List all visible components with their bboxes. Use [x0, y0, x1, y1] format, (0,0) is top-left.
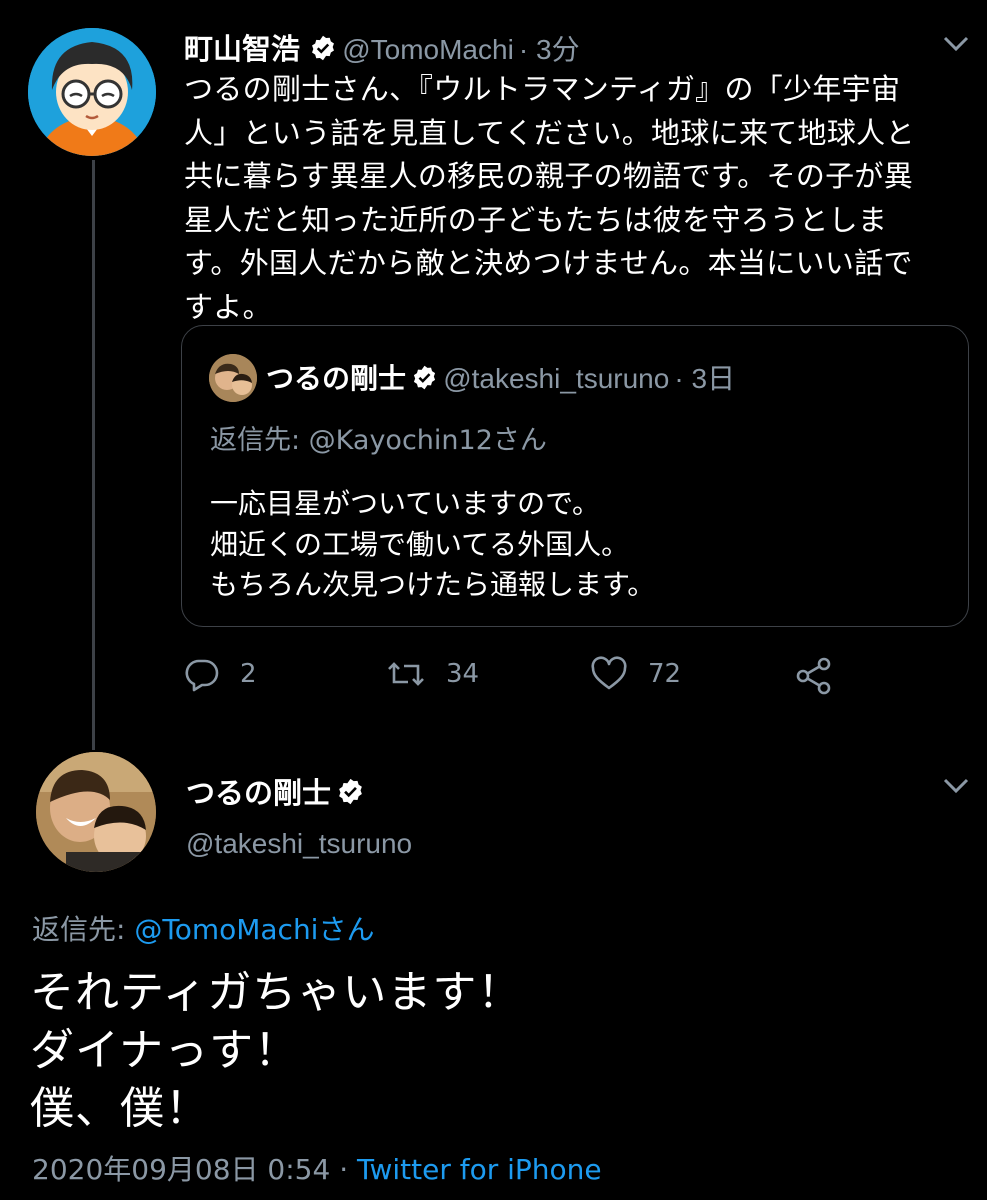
tweet2-body: それティガちゃいます！ ダイナっす！ 僕、僕！	[30, 964, 522, 1138]
tweet2-handle[interactable]: @takeshi_tsuruno	[186, 828, 412, 860]
quoted-tweet-body: 一応目星がついていますので。 畑近くの工場で働いてる外国人。 もちろん次見つけた…	[210, 484, 950, 606]
tweet2-body-line: それティガちゃいます！	[30, 967, 523, 1018]
avatar-tsuruno-small	[209, 354, 257, 402]
tweet2-date[interactable]: 2020年09月08日 0:54	[32, 1153, 330, 1186]
chevron-down-icon[interactable]	[936, 768, 976, 804]
verified-badge-icon	[336, 777, 365, 810]
tweet2-meta: 2020年09月08日 0:54 · Twitter for iPhone	[32, 1148, 602, 1188]
reply-count: 2	[240, 659, 257, 689]
retweet-icon	[388, 662, 424, 686]
reply-to-prefix: 返信先:	[32, 913, 135, 946]
tweet2-reply-to: 返信先: @TomoMachiさん	[32, 908, 374, 948]
tweet2-name-row: つるの剛士	[186, 770, 365, 812]
tweet1-header: 町山智浩 @TomoMachi · 3分	[184, 26, 580, 68]
tweet1-body-line: す。外国人だから敵と決めつけません。本当にいい話で	[184, 246, 913, 280]
like-count: 72	[648, 659, 682, 689]
tweet2-body-line: 僕、僕！	[30, 1083, 210, 1134]
quoted-timestamp: · 3日	[674, 363, 736, 394]
thread-connector-line	[92, 160, 95, 750]
tweet1-display-name[interactable]: 町山智浩	[184, 32, 300, 66]
share-icon	[796, 657, 831, 695]
quoted-body-line: もちろん次見つけたら通報します。	[210, 568, 656, 601]
tweet1-body-line: すよ。	[184, 289, 272, 324]
avatar-tomomachi[interactable]	[28, 28, 156, 156]
tweet2-body-line: ダイナっす！	[30, 1025, 300, 1076]
meta-separator: ·	[330, 1153, 357, 1186]
tweet2-client-link[interactable]: Twitter for iPhone	[357, 1153, 602, 1186]
tweet1-body-line: つるの剛士さん、『ウルトラマンティガ』の「少年宇宙	[184, 72, 901, 106]
verified-badge-icon	[411, 364, 438, 395]
like-icon	[591, 656, 627, 690]
quoted-display-name: つるの剛士	[266, 362, 407, 395]
tweet1-body-line: 人」という話を見直してください。地球に来て地球人と	[184, 115, 915, 150]
retweet-button[interactable]: 34	[386, 656, 479, 692]
tweet1-body: つるの剛士さん、『ウルトラマンティガ』の「少年宇宙 人」という話を見直してくださ…	[184, 68, 974, 329]
like-button[interactable]: 72	[590, 656, 681, 692]
verified-badge-icon	[309, 34, 337, 66]
quoted-tweet-header: つるの剛士 @takeshi_tsuruno · 3日	[266, 357, 735, 397]
quoted-reply-to: 返信先: @Kayochin12さん	[210, 425, 547, 456]
chevron-down-icon[interactable]	[936, 26, 976, 62]
retweet-count: 34	[446, 659, 480, 689]
reply-to-link[interactable]: @TomoMachiさん	[134, 913, 374, 946]
tweet1-timestamp[interactable]: · 3分	[519, 34, 580, 65]
tweet2-display-name[interactable]: つるの剛士	[186, 776, 331, 810]
reply-icon	[185, 659, 219, 692]
share-button[interactable]	[794, 656, 854, 696]
quoted-body-line: 一応目星がついていますので。	[210, 487, 601, 520]
tweet1-body-line: 共に暮らす異星人の移民の親子の物語です。その子が異	[184, 159, 914, 193]
avatar-tsuruno[interactable]	[36, 752, 156, 872]
tweet1-body-line: 星人だと知った近所の子どもたちは彼を守ろうとしま	[184, 202, 888, 237]
quoted-handle: @takeshi_tsuruno	[443, 363, 670, 394]
reply-button[interactable]: 2	[184, 656, 257, 692]
quoted-body-line: 畑近くの工場で働いてる外国人。	[210, 527, 630, 561]
tweet1-handle[interactable]: @TomoMachi	[342, 34, 514, 65]
